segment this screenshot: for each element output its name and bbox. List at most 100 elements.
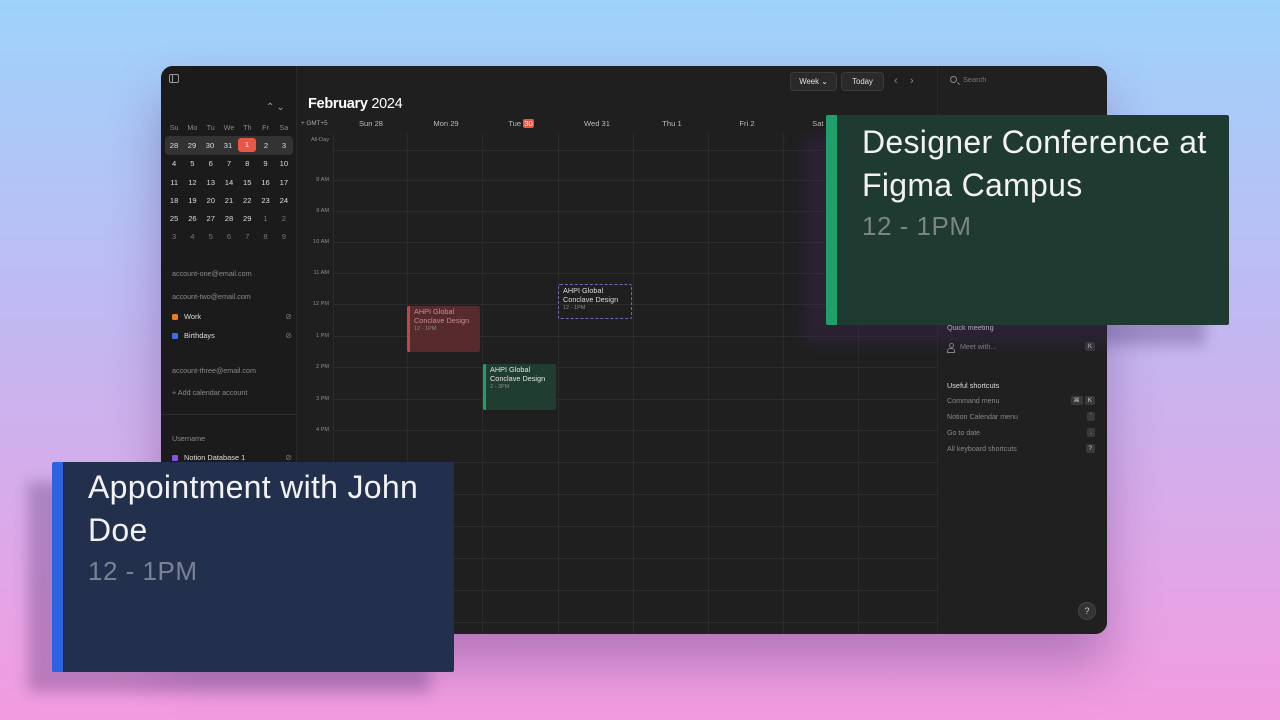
chevron-left-icon[interactable]: ‹	[894, 75, 898, 87]
shortcut-item[interactable]: Command menu ⌘ K	[947, 396, 1095, 405]
mini-day[interactable]: 17	[275, 178, 293, 187]
event-time: 2 - 3PM	[490, 384, 510, 391]
day-header[interactable]: Fri 2	[709, 119, 785, 128]
timezone-label[interactable]: + GMT+5	[301, 120, 328, 127]
chevron-down-icon[interactable]: ⌄	[276, 102, 286, 113]
account-three-label[interactable]: account-three@email.com	[172, 366, 256, 375]
view-select-label: Week	[799, 77, 820, 86]
mini-day[interactable]: 28	[165, 141, 183, 150]
shortcut-key: ⌘	[1070, 396, 1083, 405]
calendar-item-label: Notion Database 1	[184, 453, 246, 462]
mini-day[interactable]: 2	[257, 141, 275, 150]
calendar-item-birthdays[interactable]: Birthdays ⊘	[172, 331, 292, 340]
mini-day[interactable]: 18	[165, 196, 183, 205]
help-button[interactable]: ?	[1078, 602, 1096, 620]
mini-day[interactable]: 4	[165, 159, 183, 168]
mini-day[interactable]: 2	[275, 214, 293, 223]
time-label: 3 PM	[315, 396, 329, 402]
mini-day[interactable]: 24	[275, 196, 293, 205]
view-select-button[interactable]: Week ⌄	[790, 72, 837, 91]
mini-calendar-week: 11 12 13 14 15 16 17	[165, 173, 293, 191]
mini-day[interactable]: 1	[256, 214, 274, 223]
mini-day[interactable]: 7	[238, 232, 256, 241]
event-card-conference: Designer Conference at Figma Campus 12 -…	[826, 115, 1229, 325]
mini-day[interactable]: 8	[238, 159, 256, 168]
mini-day[interactable]: 25	[165, 214, 183, 223]
mini-day[interactable]: 11	[165, 178, 183, 187]
calendar-item-notion-database[interactable]: Notion Database 1 ⊘	[172, 453, 292, 462]
mini-day[interactable]: 21	[220, 196, 238, 205]
add-calendar-account-button[interactable]: + Add calendar account	[172, 388, 247, 397]
search-input[interactable]: Search	[950, 75, 986, 84]
shortcut-key: K	[1084, 342, 1095, 351]
eye-off-icon[interactable]: ⊘	[285, 331, 292, 340]
mini-day[interactable]: 15	[238, 178, 256, 187]
eye-off-icon[interactable]: ⊘	[285, 453, 292, 462]
day-header[interactable]: Mon 29	[408, 119, 484, 128]
mini-day[interactable]: 29	[238, 214, 256, 223]
grid-row-line	[333, 367, 937, 368]
calendar-color-swatch	[172, 332, 178, 339]
calendar-color-swatch	[172, 313, 178, 320]
eye-off-icon[interactable]: ⊘	[285, 312, 292, 321]
mini-day[interactable]: 9	[256, 159, 274, 168]
event-block[interactable]: AHPI Global Conclave Design 12 - 1PM	[407, 306, 480, 352]
sidebar-toggle-icon[interactable]	[169, 74, 179, 83]
shortcut-key: `	[1086, 412, 1095, 421]
day-header[interactable]: Wed 31	[559, 119, 635, 128]
mini-day[interactable]: 3	[165, 232, 183, 241]
mini-day[interactable]: 22	[238, 196, 256, 205]
mini-day[interactable]: 6	[202, 159, 220, 168]
mini-day[interactable]: 9	[275, 232, 293, 241]
mini-day[interactable]: 29	[183, 141, 201, 150]
mini-calendar-nav[interactable]: ⌃⌄	[266, 102, 287, 113]
account-one-label[interactable]: account-one@email.com	[172, 269, 252, 278]
mini-day-today[interactable]: 1	[238, 138, 256, 153]
event-block[interactable]: AHPI Global Conclave Design 2 - 3PM	[483, 364, 556, 410]
mini-day[interactable]: 23	[256, 196, 274, 205]
mini-day[interactable]: 28	[220, 214, 238, 223]
event-block-draft[interactable]: AHPI Global Conclave Design 12 - 1PM	[558, 284, 632, 319]
time-label: 11 AM	[313, 270, 329, 276]
mini-day[interactable]: 12	[183, 178, 201, 187]
day-header-today[interactable]: Tue 30	[483, 119, 559, 128]
weekday-label: Sa	[279, 122, 289, 132]
mini-day[interactable]: 31	[219, 141, 237, 150]
mini-day[interactable]: 13	[202, 178, 220, 187]
mini-day[interactable]: 16	[256, 178, 274, 187]
calendar-item-work[interactable]: Work ⊘	[172, 312, 292, 321]
today-button[interactable]: Today	[841, 72, 884, 91]
shortcut-label: Command menu	[947, 396, 1000, 405]
mini-day[interactable]: 7	[220, 159, 238, 168]
meet-with-button[interactable]: Meet with... K	[947, 342, 1095, 353]
mini-day[interactable]: 4	[183, 232, 201, 241]
mini-day[interactable]: 5	[202, 232, 220, 241]
time-label: 9 AM	[316, 208, 329, 214]
mini-day[interactable]: 19	[183, 196, 201, 205]
grid-row-line	[333, 430, 937, 431]
day-header[interactable]: Thu 1	[634, 119, 710, 128]
mini-day[interactable]: 10	[275, 159, 293, 168]
meet-with-label: Meet with...	[960, 342, 997, 351]
shortcut-item[interactable]: All keyboard shortcuts ?	[947, 444, 1095, 453]
shortcut-label: Go to date	[947, 428, 981, 437]
event-title: AHPI Global Conclave Design	[414, 307, 470, 325]
chevron-up-icon[interactable]: ⌃	[266, 102, 276, 113]
mini-day[interactable]: 5	[183, 159, 201, 168]
shortcut-item[interactable]: Notion Calendar menu `	[947, 412, 1095, 421]
mini-day[interactable]: 26	[183, 214, 201, 223]
mini-calendar-week: 25 26 27 28 29 1 2	[165, 209, 293, 227]
mini-day[interactable]: 30	[201, 141, 219, 150]
mini-day[interactable]: 14	[220, 178, 238, 187]
shortcut-item[interactable]: Go to date .	[947, 428, 1095, 437]
mini-day[interactable]: 8	[256, 232, 274, 241]
account-two-label[interactable]: account-two@email.com	[172, 292, 251, 301]
mini-day[interactable]: 3	[275, 141, 293, 150]
chevron-right-icon[interactable]: ›	[910, 75, 914, 87]
mini-day[interactable]: 27	[202, 214, 220, 223]
mini-day[interactable]: 6	[220, 232, 238, 241]
grid-column-line	[708, 134, 709, 634]
day-header[interactable]: Sun 28	[333, 119, 409, 128]
mini-calendar-week: 4 5 6 7 8 9 10	[165, 155, 293, 173]
mini-day[interactable]: 20	[202, 196, 220, 205]
